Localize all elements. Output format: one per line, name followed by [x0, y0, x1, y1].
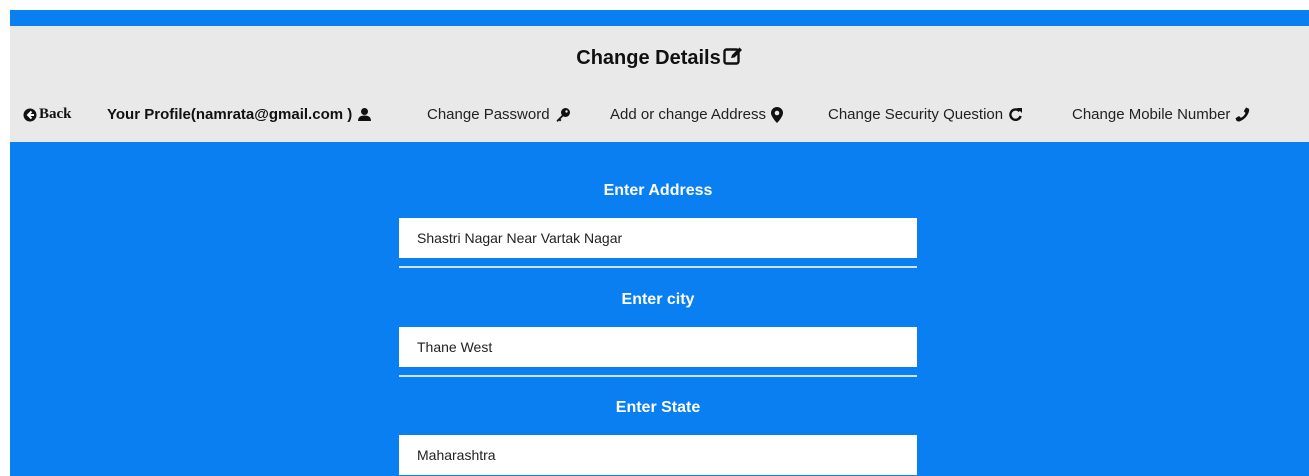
- state-field-label: Enter State: [615, 399, 701, 416]
- back-label: Back: [39, 106, 72, 122]
- key-icon: [556, 107, 570, 122]
- address-form: Enter Address Enter city Enter State: [10, 142, 1309, 476]
- phone-icon: [1235, 107, 1250, 122]
- nav-change-security-question[interactable]: Change Security Question: [828, 106, 1023, 123]
- address-label: Add or change Address: [610, 106, 766, 123]
- back-link[interactable]: Back: [23, 106, 72, 123]
- nav-your-profile[interactable]: Your Profile(namrata@gmail.com ): [107, 106, 372, 123]
- back-arrow-icon: [23, 108, 37, 121]
- nav-add-or-change-address[interactable]: Add or change Address: [610, 106, 783, 123]
- page-title: Change Details: [576, 47, 721, 69]
- user-icon: [358, 108, 372, 121]
- nav-change-mobile-number[interactable]: Change Mobile Number: [1072, 106, 1250, 123]
- profile-nav: Back Your Profile(namrata@gmail.com ) Ch…: [10, 106, 1309, 130]
- change-password-label: Change Password: [427, 106, 550, 123]
- city-input[interactable]: [399, 327, 917, 367]
- address-divider: [399, 266, 917, 268]
- top-strip: [0, 0, 1309, 10]
- city-divider: [399, 375, 917, 377]
- refresh-icon: [1009, 108, 1023, 121]
- state-input[interactable]: [399, 435, 917, 475]
- mobile-label: Change Mobile Number: [1072, 106, 1231, 123]
- page: Change Details Back Your Profile(namrata…: [0, 0, 1309, 476]
- map-marker-icon: [770, 106, 783, 123]
- left-edge: [0, 10, 10, 476]
- nav-change-password[interactable]: Change Password: [427, 106, 571, 123]
- header: Change Details Back Your Profile(namrata…: [10, 26, 1309, 142]
- security-question-label: Change Security Question: [828, 106, 1004, 123]
- page-title-row: Change Details: [10, 46, 1309, 72]
- profile-label: Your Profile(namrata@gmail.com ): [107, 106, 353, 123]
- address-field-label: Enter Address: [603, 182, 713, 199]
- top-accent-bar: [10, 10, 1309, 26]
- edit-icon: [723, 46, 743, 72]
- address-input[interactable]: [399, 218, 917, 258]
- city-field-label: Enter city: [621, 291, 695, 308]
